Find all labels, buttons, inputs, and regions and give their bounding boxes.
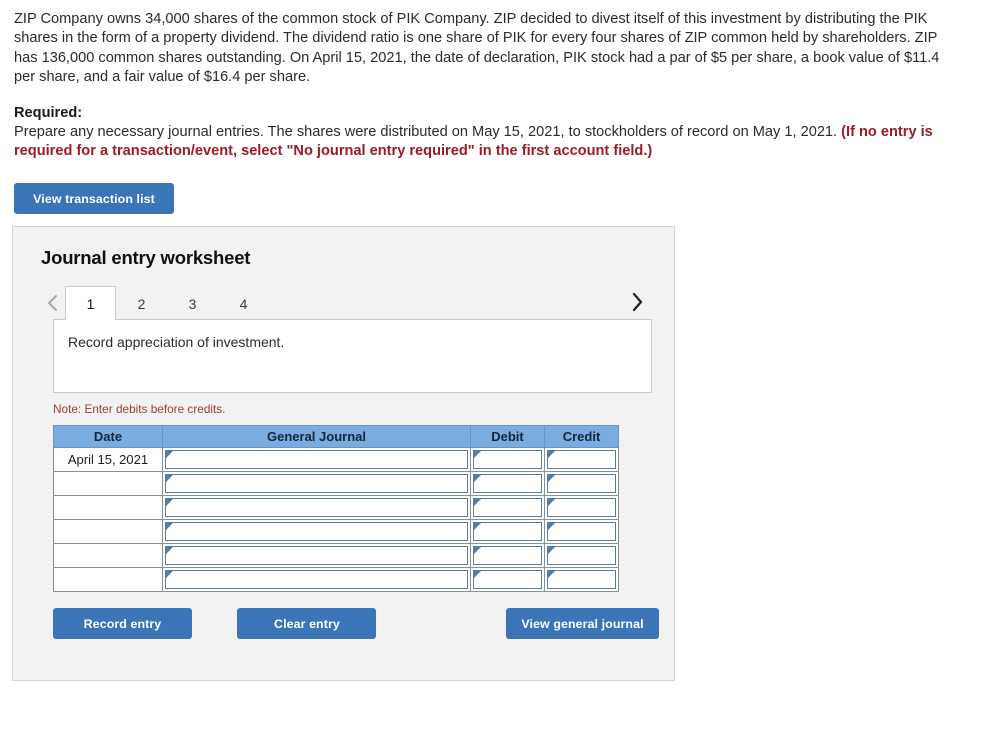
- credit-input[interactable]: [547, 450, 616, 470]
- journal-entry-table-body: April 15, 2021: [53, 447, 619, 593]
- debit-input[interactable]: [473, 570, 542, 590]
- cell-debit[interactable]: [470, 471, 545, 497]
- cell-general-journal[interactable]: [162, 543, 471, 569]
- cell-debit[interactable]: [470, 447, 545, 473]
- required-section: Required: Prepare any necessary journal …: [0, 88, 960, 162]
- view-general-journal-button[interactable]: View general journal: [506, 608, 659, 640]
- cell-debit[interactable]: [470, 495, 545, 521]
- debit-input[interactable]: [473, 450, 542, 470]
- worksheet-tabs: 1 2 3 4: [13, 285, 674, 322]
- cell-credit[interactable]: [544, 543, 619, 569]
- cell-date[interactable]: [53, 567, 163, 593]
- cell-general-journal[interactable]: [162, 519, 471, 545]
- cell-credit[interactable]: [544, 495, 619, 521]
- chevron-left-icon[interactable]: [39, 286, 65, 320]
- cell-credit[interactable]: [544, 471, 619, 497]
- debit-input[interactable]: [473, 474, 542, 494]
- worksheet-tab-2[interactable]: 2: [116, 286, 167, 320]
- cell-credit[interactable]: [544, 447, 619, 473]
- table-row: [53, 471, 619, 497]
- cell-credit[interactable]: [544, 519, 619, 545]
- cell-credit[interactable]: [544, 567, 619, 593]
- clear-entry-button[interactable]: Clear entry: [237, 608, 377, 640]
- cell-debit[interactable]: [470, 567, 545, 593]
- journal-entry-table: Date General Journal Debit Credit April …: [53, 425, 619, 593]
- general-journal-input[interactable]: [165, 570, 468, 590]
- cell-debit[interactable]: [470, 519, 545, 545]
- table-row: April 15, 2021: [53, 447, 619, 473]
- credit-input[interactable]: [547, 498, 616, 518]
- journal-entry-worksheet-panel: Journal entry worksheet 1 2 3 4 Record a…: [12, 226, 675, 682]
- worksheet-title: Journal entry worksheet: [41, 247, 251, 269]
- worksheet-tab-4[interactable]: 4: [218, 286, 269, 320]
- general-journal-input[interactable]: [165, 522, 468, 542]
- credit-input[interactable]: [547, 474, 616, 494]
- worksheet-tab-3[interactable]: 3: [167, 286, 218, 320]
- record-entry-button[interactable]: Record entry: [53, 608, 192, 640]
- credit-input[interactable]: [547, 522, 616, 542]
- general-journal-input[interactable]: [165, 498, 468, 518]
- worksheet-tab-1[interactable]: 1: [65, 286, 116, 322]
- general-journal-input[interactable]: [165, 450, 468, 470]
- general-journal-input[interactable]: [165, 546, 468, 566]
- column-header-debit: Debit: [470, 425, 545, 449]
- debit-input[interactable]: [473, 498, 542, 518]
- required-instructions-text: Prepare any necessary journal entries. T…: [14, 123, 842, 140]
- cell-general-journal[interactable]: [162, 471, 471, 497]
- worksheet-description-box: Record appreciation of investment.: [53, 319, 652, 394]
- cell-general-journal[interactable]: [162, 447, 471, 473]
- cell-general-journal[interactable]: [162, 495, 471, 521]
- table-row: [53, 519, 619, 545]
- problem-statement: ZIP Company owns 34,000 shares of the co…: [0, 0, 960, 88]
- table-header-row: Date General Journal Debit Credit: [53, 425, 619, 449]
- general-journal-input[interactable]: [165, 474, 468, 494]
- cell-general-journal[interactable]: [162, 567, 471, 593]
- table-row: [53, 543, 619, 569]
- column-header-general-journal: General Journal: [162, 425, 471, 449]
- cell-date[interactable]: [53, 471, 163, 497]
- cell-debit[interactable]: [470, 543, 545, 569]
- cell-date[interactable]: April 15, 2021: [53, 447, 163, 473]
- view-transaction-list-button[interactable]: View transaction list: [14, 183, 174, 215]
- cell-date[interactable]: [53, 519, 163, 545]
- debits-before-credits-note: Note: Enter debits before credits.: [53, 402, 226, 417]
- credit-input[interactable]: [547, 546, 616, 566]
- required-instructions: Prepare any necessary journal entries. T…: [14, 123, 946, 162]
- column-header-credit: Credit: [544, 425, 619, 449]
- table-row: [53, 567, 619, 593]
- cell-date[interactable]: [53, 495, 163, 521]
- cell-date[interactable]: [53, 543, 163, 569]
- table-row: [53, 495, 619, 521]
- problem-statement-text: ZIP Company owns 34,000 shares of the co…: [14, 11, 940, 86]
- debit-input[interactable]: [473, 546, 542, 566]
- worksheet-footer-buttons: Record entry Clear entry View general jo…: [53, 608, 674, 640]
- column-header-date: Date: [53, 425, 163, 449]
- worksheet-description-text: Record appreciation of investment.: [68, 334, 285, 351]
- required-label: Required:: [14, 104, 83, 121]
- credit-input[interactable]: [547, 570, 616, 590]
- debit-input[interactable]: [473, 522, 542, 542]
